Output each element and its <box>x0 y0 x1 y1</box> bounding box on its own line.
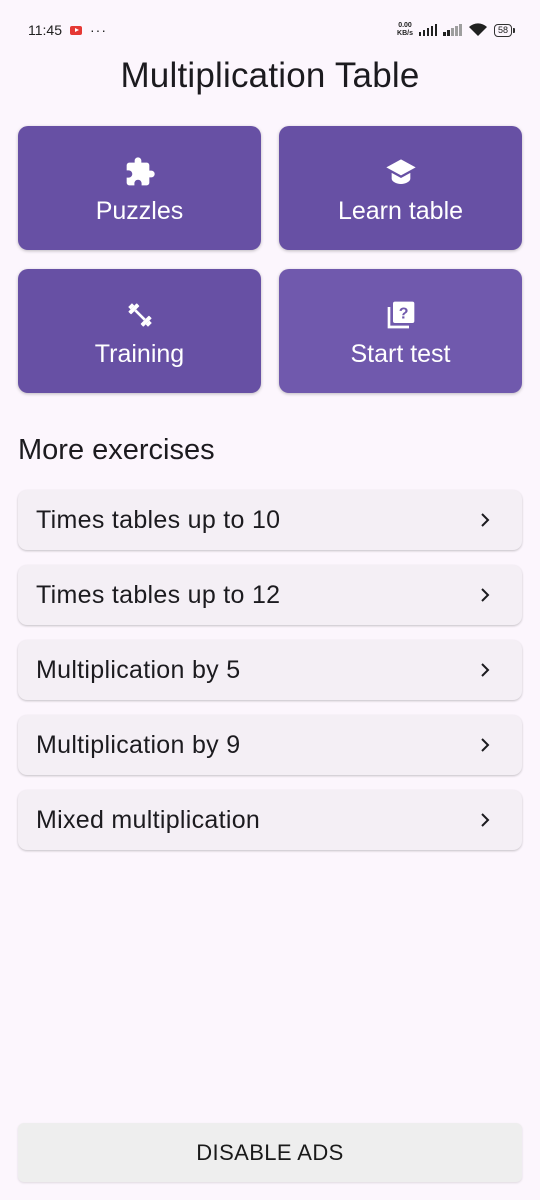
status-right: 0.00 KB/s 58 <box>397 22 516 38</box>
battery-icon: 58 <box>493 23 516 37</box>
start-test-button[interactable]: ? Start test <box>279 269 522 393</box>
signal-secondary-icon <box>443 24 462 36</box>
battery-level: 58 <box>497 24 508 35</box>
signal-icon <box>418 24 438 36</box>
svg-text:?: ? <box>398 305 408 322</box>
graduation-cap-icon <box>385 155 417 189</box>
puzzle-icon <box>124 155 156 189</box>
puzzles-label: Puzzles <box>95 196 184 225</box>
status-time: 11:45 <box>28 22 62 38</box>
exercise-list: Times tables up to 10 Times tables up to… <box>18 490 522 865</box>
exercise-times-tables-12[interactable]: Times tables up to 12 <box>18 565 522 625</box>
chevron-right-icon <box>481 588 490 602</box>
main-tiles: Puzzles Learn table Training ? Start tes… <box>18 126 522 393</box>
disable-ads-button[interactable]: DISABLE ADS <box>18 1123 522 1182</box>
exercise-label: Times tables up to 10 <box>36 505 281 534</box>
learn-table-button[interactable]: Learn table <box>279 126 522 250</box>
more-notifications-icon: ··· <box>90 22 107 38</box>
youtube-notification-icon <box>70 25 82 35</box>
learn-table-label: Learn table <box>337 196 464 225</box>
start-test-label: Start test <box>350 339 451 368</box>
page-title: Multiplication Table <box>120 56 420 95</box>
wifi-icon <box>468 23 488 37</box>
quiz-icon: ? <box>385 298 417 332</box>
more-exercises-heading: More exercises <box>18 434 215 466</box>
disable-ads-label: DISABLE ADS <box>196 1139 344 1165</box>
exercise-label: Times tables up to 12 <box>36 580 281 609</box>
network-speed-unit: KB/s <box>397 30 413 37</box>
exercise-label: Multiplication by 5 <box>36 655 241 684</box>
chevron-right-icon <box>481 663 490 677</box>
exercise-multiplication-by-9[interactable]: Multiplication by 9 <box>18 715 522 775</box>
exercise-mixed-multiplication[interactable]: Mixed multiplication <box>18 790 522 850</box>
chevron-right-icon <box>481 513 490 527</box>
network-speed: 0.00 KB/s <box>397 22 413 38</box>
puzzles-button[interactable]: Puzzles <box>18 126 261 250</box>
exercise-multiplication-by-5[interactable]: Multiplication by 5 <box>18 640 522 700</box>
exercise-times-tables-10[interactable]: Times tables up to 10 <box>18 490 522 550</box>
chevron-right-icon <box>481 813 490 827</box>
training-button[interactable]: Training <box>18 269 261 393</box>
exercise-label: Multiplication by 9 <box>36 730 241 759</box>
dumbbell-icon <box>124 298 156 332</box>
chevron-right-icon <box>481 738 490 752</box>
status-bar: 11:45 ··· 0.00 KB/s 58 <box>0 0 540 60</box>
status-left: 11:45 ··· <box>28 22 107 38</box>
network-speed-value: 0.00 <box>398 22 412 29</box>
training-label: Training <box>94 339 185 368</box>
exercise-label: Mixed multiplication <box>36 805 261 834</box>
